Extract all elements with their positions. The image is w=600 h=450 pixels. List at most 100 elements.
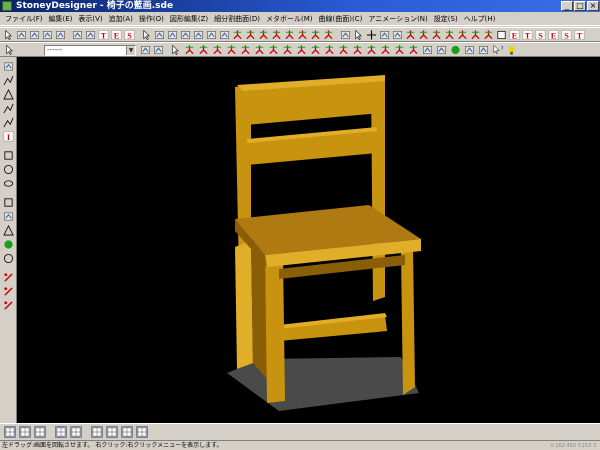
3d-viewport[interactable] [17, 57, 600, 423]
menu-help[interactable]: ヘルプ(H) [461, 12, 499, 26]
axis-icon[interactable] [232, 29, 243, 41]
axis-icon[interactable] [338, 44, 349, 56]
polyline-icon[interactable] [3, 103, 14, 114]
text-e-icon[interactable]: E [509, 29, 520, 41]
axis-icon[interactable] [405, 29, 416, 41]
axis-icon[interactable] [352, 44, 363, 56]
axis-icon[interactable] [284, 29, 295, 41]
sphere-icon[interactable] [450, 44, 461, 56]
axis-icon[interactable] [297, 29, 308, 41]
menu-view[interactable]: 表示(V) [75, 12, 105, 26]
new-file-icon[interactable] [16, 29, 27, 41]
menu-settings[interactable]: 設定(S) [431, 12, 461, 26]
dropdown-arrow-icon[interactable]: ▼ [126, 46, 135, 55]
axis-icon[interactable] [184, 44, 195, 56]
view-3d-icon[interactable] [34, 426, 46, 438]
move-icon[interactable] [154, 29, 165, 41]
axis-icon[interactable] [324, 44, 335, 56]
curve-icon[interactable] [3, 117, 14, 128]
cylinder-icon[interactable] [3, 211, 14, 222]
sphere-icon[interactable] [3, 239, 14, 250]
image-icon[interactable] [464, 44, 475, 56]
axis-icon[interactable] [282, 44, 293, 56]
cursor-icon[interactable] [170, 44, 181, 56]
pen-icon[interactable] [72, 29, 83, 41]
cone-icon[interactable] [3, 224, 14, 236]
axis-icon[interactable] [408, 44, 419, 56]
view-mirror-icon[interactable] [106, 426, 118, 438]
ellipse-icon[interactable] [3, 178, 14, 189]
circle-icon[interactable] [3, 164, 14, 175]
axis-icon[interactable] [198, 44, 209, 56]
help-icon[interactable]: ? [492, 44, 503, 56]
cursor-icon[interactable] [141, 29, 152, 41]
copy-icon[interactable] [206, 29, 217, 41]
axis-icon[interactable] [483, 29, 494, 41]
cursor-icon[interactable] [4, 44, 15, 56]
menu-operate[interactable]: 操作(O) [136, 12, 167, 26]
axis-icon[interactable] [457, 29, 468, 41]
scale-icon[interactable] [392, 29, 403, 41]
render-icon[interactable] [422, 44, 433, 56]
axis-icon[interactable] [226, 44, 237, 56]
text-t-icon[interactable]: T [574, 29, 585, 41]
view-front-icon[interactable] [4, 426, 16, 438]
maximize-button[interactable]: □ [574, 1, 586, 11]
save-icon[interactable] [42, 29, 53, 41]
cursor-icon[interactable] [353, 29, 364, 41]
cursor-icon[interactable] [3, 29, 14, 41]
mirror-icon[interactable] [193, 29, 204, 41]
menu-edit[interactable]: 編集(E) [46, 12, 76, 26]
axis-icon[interactable] [254, 44, 265, 56]
axis-icon[interactable] [323, 29, 334, 41]
text-s-icon[interactable]: S [561, 29, 572, 41]
axis-icon[interactable] [394, 44, 405, 56]
text-e-icon[interactable]: E [548, 29, 559, 41]
redo-icon[interactable] [153, 44, 164, 56]
edit-icon[interactable] [85, 29, 96, 41]
view-angle-icon[interactable] [91, 426, 103, 438]
text-e-icon[interactable]: E [111, 29, 122, 41]
menu-curve[interactable]: 曲線(曲面)(C) [316, 12, 366, 26]
axis-icon[interactable] [258, 29, 269, 41]
rotate-icon[interactable] [379, 29, 390, 41]
torus-icon[interactable] [3, 253, 14, 264]
layer-select[interactable]: ------ ▼ [44, 45, 136, 56]
close-button[interactable]: × [587, 1, 599, 11]
axis-icon[interactable] [444, 29, 455, 41]
line-icon[interactable] [3, 75, 14, 86]
menu-file[interactable]: ファイル(F) [2, 12, 46, 26]
square-icon[interactable] [496, 29, 507, 41]
axis-icon[interactable] [418, 29, 429, 41]
paint-icon[interactable] [340, 29, 351, 41]
view-axis-icon[interactable] [136, 426, 148, 438]
axis-icon[interactable] [366, 44, 377, 56]
text-t-icon[interactable]: T [98, 29, 109, 41]
menu-shape-edit[interactable]: 図形編集(Z) [167, 12, 211, 26]
axis-icon[interactable] [240, 44, 251, 56]
axis-icon[interactable] [212, 44, 223, 56]
view-split-icon[interactable] [70, 426, 82, 438]
cube-icon[interactable] [3, 197, 14, 208]
menu-animation[interactable]: アニメーション(N) [365, 12, 430, 26]
axis-icon[interactable] [310, 29, 321, 41]
cross-icon[interactable] [366, 29, 377, 41]
dot-icon[interactable] [3, 272, 14, 283]
menu-subdivision[interactable]: 細分割曲面(D) [211, 12, 263, 26]
view-top-icon[interactable] [55, 426, 67, 438]
axis-icon[interactable] [268, 44, 279, 56]
rectangle-icon[interactable] [3, 150, 14, 161]
axis-icon[interactable] [296, 44, 307, 56]
text-t-icon[interactable]: T [522, 29, 533, 41]
open-icon[interactable] [29, 29, 40, 41]
text-s-icon[interactable]: S [535, 29, 546, 41]
axis-icon[interactable] [470, 29, 481, 41]
bulb-icon[interactable] [506, 44, 517, 56]
rotate-icon[interactable] [167, 29, 178, 41]
delete-icon[interactable] [219, 29, 230, 41]
triangle-icon[interactable] [3, 88, 14, 100]
text-icon[interactable]: I [3, 131, 14, 142]
axis-icon[interactable] [380, 44, 391, 56]
axis-icon[interactable] [271, 29, 282, 41]
menu-add[interactable]: 追加(A) [106, 12, 136, 26]
